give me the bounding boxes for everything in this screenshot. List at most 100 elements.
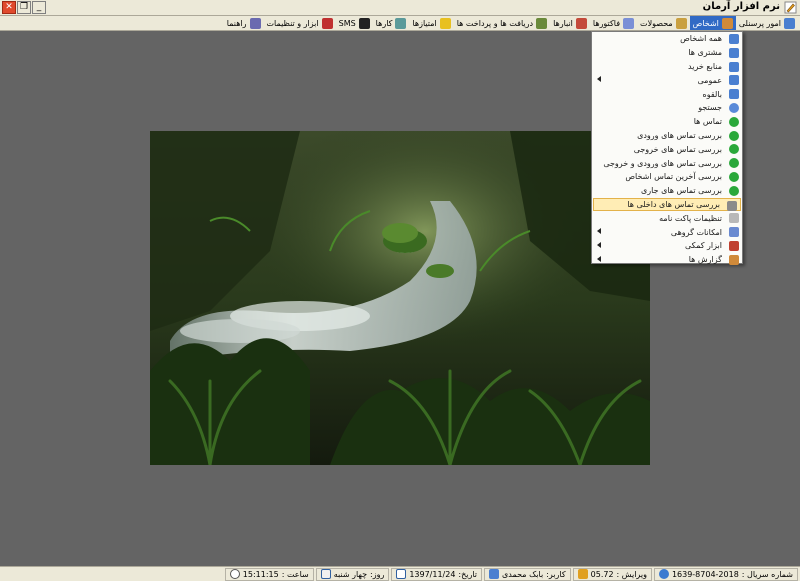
dropdown-item-7[interactable]: بررسی تماس های ورودی	[592, 129, 742, 143]
box-icon	[675, 17, 687, 29]
phone-icon	[729, 171, 739, 182]
dropdown-item-1[interactable]: مشتری ها	[592, 46, 742, 60]
wrench-icon	[729, 240, 739, 251]
dropdown-item-0[interactable]: همه اشخاص	[592, 32, 742, 46]
time-label: ساعت :	[281, 569, 309, 579]
persons-dropdown-menu: همه اشخاص مشتری ها منابع خرید عمومی بالقوه جس…	[591, 31, 743, 267]
submenu-arrow-icon	[597, 255, 601, 262]
calendar-icon	[320, 569, 331, 579]
title-bar: ✕ ❐ _ نرم افزار آرمان	[0, 0, 800, 16]
envelope-icon	[729, 213, 739, 224]
people-icon	[729, 61, 739, 72]
calendar-icon	[396, 569, 407, 579]
invoice-icon	[623, 17, 635, 29]
day-cell: روز: چهار شنبه	[315, 567, 390, 581]
sms-icon	[358, 17, 370, 29]
money-icon	[536, 17, 548, 29]
star-icon	[439, 17, 451, 29]
dropdown-item-label: ابزار کمکی	[684, 241, 722, 251]
time-value: 15:11:15	[242, 569, 279, 579]
dropdown-item-9[interactable]: بررسی تماس های ورودی و خروجی	[592, 156, 742, 170]
menu-item-1[interactable]: اشخاص	[689, 16, 736, 30]
phone-icon	[729, 116, 739, 127]
phone-icon	[729, 130, 739, 141]
submenu-arrow-icon	[597, 228, 601, 235]
menu-item-label: فاکتورها	[592, 18, 621, 28]
dropdown-item-14[interactable]: امکانات گروهی	[592, 225, 742, 239]
date-value: 1397/11/24	[409, 569, 456, 579]
dropdown-item-4[interactable]: بالقوه	[592, 87, 742, 101]
menu-item-label: اشخاص	[692, 18, 719, 28]
dropdown-item-16[interactable]: گزارش ها	[592, 253, 742, 267]
menu-item-5[interactable]: دریافت ها و پرداخت ها	[454, 16, 550, 30]
search-icon	[729, 102, 739, 113]
people-icon	[729, 75, 739, 86]
date-cell: تاریخ: 1397/11/24	[391, 567, 483, 581]
minimize-button[interactable]: _	[32, 1, 46, 14]
dropdown-item-8[interactable]: بررسی تماس های خروجی	[592, 142, 742, 156]
menu-item-4[interactable]: انبارها	[550, 16, 590, 30]
user-cell: کاربر: بابک محمدی	[484, 567, 571, 581]
dropdown-item-label: همه اشخاص	[680, 34, 722, 44]
version-value: 05.72	[590, 569, 614, 579]
menu-item-label: دریافت ها و پرداخت ها	[456, 18, 534, 28]
tools-icon	[321, 17, 333, 29]
dropdown-item-5[interactable]: جستجو	[592, 101, 742, 115]
menu-item-label: انبارها	[553, 18, 573, 28]
dropdown-item-6[interactable]: تماس ها	[592, 115, 742, 129]
dropdown-item-12[interactable]: بررسی تماس های داخلی ها	[593, 197, 741, 212]
dropdown-item-10[interactable]: بررسی آخرین تماس اشخاص	[592, 170, 742, 184]
menu-item-7[interactable]: کارها	[373, 16, 410, 30]
menu-item-label: امور پرسنلی	[738, 18, 781, 28]
dropdown-item-label: امکانات گروهی	[670, 227, 722, 237]
tasks-icon	[395, 17, 407, 29]
menu-item-label: محصولات	[640, 18, 673, 28]
window-title: نرم افزار آرمان	[702, 1, 780, 12]
serial-number-value: 1639-8704-2018	[671, 569, 739, 579]
date-label: تاریخ:	[458, 569, 478, 579]
close-button[interactable]: ✕	[2, 1, 16, 14]
menu-item-0[interactable]: امور پرسنلی	[736, 16, 798, 30]
menu-item-8[interactable]: SMS	[336, 16, 373, 30]
dropdown-item-3[interactable]: عمومی	[592, 73, 742, 87]
report-icon	[729, 254, 739, 265]
people-icon	[729, 47, 739, 58]
dropdown-item-label: بررسی تماس های ورودی	[637, 130, 722, 140]
dropdown-item-2[interactable]: منابع خرید	[592, 60, 742, 74]
menu-item-label: SMS	[338, 18, 356, 28]
menu-item-3[interactable]: فاکتورها	[590, 16, 637, 30]
dropdown-item-11[interactable]: بررسی تماس های جاری	[592, 184, 742, 198]
status-bar: شماره سریال : 1639-8704-2018 ویرایش : 05…	[0, 566, 800, 581]
phone-icon	[729, 144, 739, 155]
menu-bar: امور پرسنلی اشخاص محصولات فاکتورها انبارها در…	[0, 16, 800, 31]
app-pencil-icon	[784, 1, 797, 14]
menu-item-9[interactable]: ابزار و تنظیمات	[264, 16, 336, 30]
background-photo	[150, 131, 650, 465]
menu-item-10[interactable]: راهنما	[224, 16, 264, 30]
dropdown-item-label: بررسی آخرین تماس اشخاص	[625, 172, 722, 182]
dropdown-item-15[interactable]: ابزار کمکی	[592, 239, 742, 253]
user-value: بابک محمدی	[502, 569, 544, 579]
people-icon	[721, 17, 733, 29]
restore-button[interactable]: ❐	[17, 1, 31, 14]
dropdown-item-label: بالقوه	[702, 89, 722, 99]
help-icon	[249, 17, 261, 29]
menu-item-6[interactable]: امتیازها	[409, 16, 453, 30]
people-icon	[729, 34, 739, 44]
time-cell: ساعت : 15:11:15	[224, 567, 314, 581]
dropdown-item-label: بررسی تماس های جاری	[641, 186, 722, 196]
submenu-arrow-icon	[597, 241, 601, 248]
dropdown-item-label: بررسی تماس های خروجی	[633, 144, 722, 154]
dropdown-item-label: تماس ها	[693, 117, 722, 127]
warehouse-icon	[575, 17, 587, 29]
menu-item-2[interactable]: محصولات	[637, 16, 690, 30]
menu-item-label: ابزار و تنظیمات	[266, 18, 319, 28]
dropdown-item-13[interactable]: تنظیمات پاکت نامه	[592, 211, 742, 225]
menu-item-label: امتیازها	[412, 18, 437, 28]
dropdown-item-label: جستجو	[698, 103, 722, 113]
dropdown-item-label: تنظیمات پاکت نامه	[659, 213, 722, 223]
dropdown-item-label: بررسی تماس های داخلی ها	[627, 199, 720, 209]
phone-icon	[729, 158, 739, 169]
dropdown-item-label: بررسی تماس های ورودی و خروجی	[603, 158, 722, 168]
user-icon	[489, 569, 500, 579]
